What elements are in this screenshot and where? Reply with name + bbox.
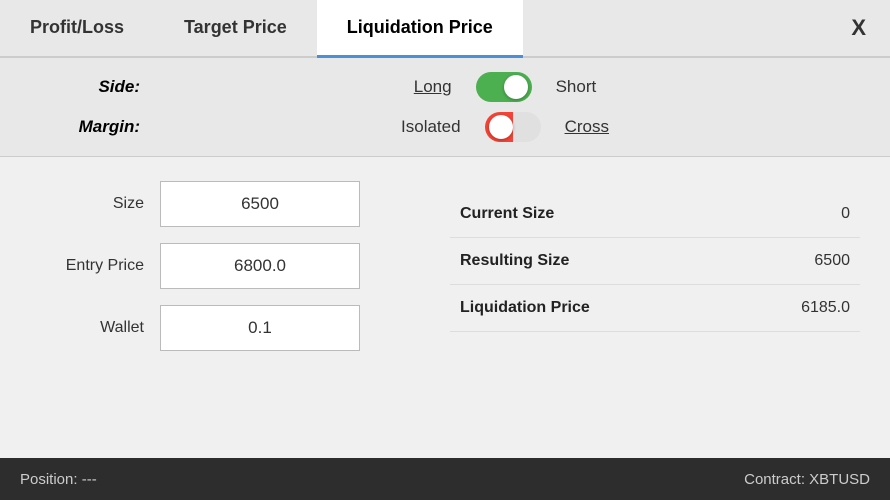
tab-liquidation-price[interactable]: Liquidation Price — [317, 0, 523, 58]
side-label: Side: — [40, 77, 160, 97]
side-short-option[interactable]: Short — [556, 77, 597, 97]
tab-target-price[interactable]: Target Price — [154, 0, 317, 58]
side-long-option[interactable]: Long — [414, 77, 452, 97]
entry-price-row: Entry Price — [30, 243, 430, 289]
liquidation-price-value: 6185.0 — [801, 299, 850, 317]
wallet-input[interactable] — [160, 305, 360, 351]
margin-label: Margin: — [40, 117, 160, 137]
size-input[interactable] — [160, 181, 360, 227]
resulting-size-value: 6500 — [814, 252, 850, 270]
close-button[interactable]: X — [827, 0, 890, 56]
config-section: Side: Long Short Margin: Isolated Cross — [0, 58, 890, 157]
size-row: Size — [30, 181, 430, 227]
margin-toggle-knob — [489, 115, 513, 139]
wallet-row: Wallet — [30, 305, 430, 351]
margin-options: Isolated Cross — [160, 112, 850, 142]
current-size-label: Current Size — [460, 205, 554, 223]
size-label: Size — [30, 195, 160, 213]
footer: Position: --- Contract: XBTUSD — [0, 458, 890, 500]
entry-price-input[interactable] — [160, 243, 360, 289]
info-panel: Current Size 0 Resulting Size 6500 Liqui… — [450, 181, 860, 434]
footer-contract: Contract: XBTUSD — [744, 471, 870, 488]
main-content: Size Entry Price Wallet Current Size 0 R… — [0, 157, 890, 458]
margin-row: Margin: Isolated Cross — [40, 112, 850, 142]
side-options: Long Short — [160, 72, 850, 102]
liquidation-price-row: Liquidation Price 6185.0 — [450, 285, 860, 332]
form-section: Size Entry Price Wallet — [30, 181, 430, 434]
margin-cross-option[interactable]: Cross — [565, 117, 609, 137]
current-size-row: Current Size 0 — [450, 191, 860, 238]
side-toggle[interactable] — [476, 72, 532, 102]
margin-toggle[interactable] — [485, 112, 541, 142]
tab-profit-loss[interactable]: Profit/Loss — [0, 0, 154, 58]
wallet-label: Wallet — [30, 319, 160, 337]
entry-price-label: Entry Price — [30, 257, 160, 275]
side-toggle-knob — [504, 75, 528, 99]
current-size-value: 0 — [841, 205, 850, 223]
resulting-size-label: Resulting Size — [460, 252, 569, 270]
side-row: Side: Long Short — [40, 72, 850, 102]
tab-bar: Profit/Loss Target Price Liquidation Pri… — [0, 0, 890, 58]
footer-position: Position: --- — [20, 471, 97, 488]
resulting-size-row: Resulting Size 6500 — [450, 238, 860, 285]
margin-isolated-option[interactable]: Isolated — [401, 117, 461, 137]
calculator-container: Profit/Loss Target Price Liquidation Pri… — [0, 0, 890, 500]
liquidation-price-label: Liquidation Price — [460, 299, 590, 317]
